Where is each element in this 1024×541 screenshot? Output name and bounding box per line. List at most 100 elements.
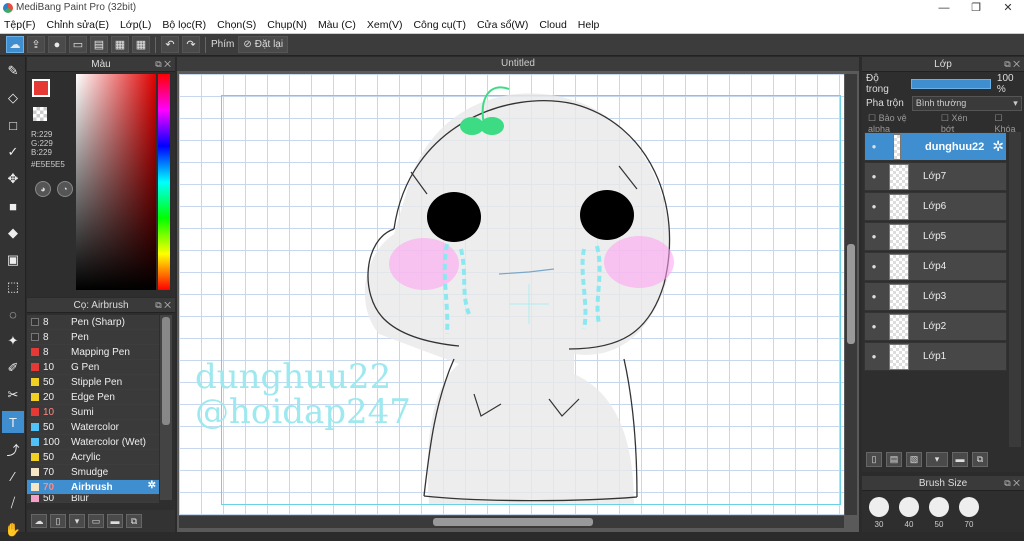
- share-icon[interactable]: ⇪: [27, 36, 45, 53]
- add-brush-icon[interactable]: ▯: [50, 514, 66, 528]
- panel-icon[interactable]: ▦: [111, 36, 129, 53]
- panel-options-icon[interactable]: ⧉ ✕: [155, 57, 171, 72]
- saturation-value-picker[interactable]: [76, 74, 156, 290]
- visibility-eye-icon[interactable]: ●: [867, 142, 881, 151]
- brush-item[interactable]: 10 Sumi: [27, 405, 159, 420]
- brush-size-preset[interactable]: 30: [868, 497, 890, 529]
- brush-item[interactable]: 70 Smudge: [27, 465, 159, 480]
- panel-options-icon[interactable]: ⧉ ✕: [1004, 57, 1020, 72]
- layer-item-selected[interactable]: ● dunghuu22 ✲: [864, 132, 1007, 161]
- panel-options-icon[interactable]: ⧉ ✕: [1004, 476, 1020, 491]
- visibility-eye-icon[interactable]: ●: [867, 232, 881, 241]
- clipping-checkbox[interactable]: Xén bớt: [941, 113, 981, 134]
- move-tool-icon[interactable]: ✥: [2, 168, 24, 190]
- canvas-horizontal-scrollbar[interactable]: [179, 516, 844, 528]
- opacity-slider[interactable]: [910, 78, 991, 89]
- brush-size-preset[interactable]: 70: [958, 497, 980, 529]
- layer-item[interactable]: ● Lớp2: [864, 312, 1007, 341]
- brush-item[interactable]: 8 Pen (Sharp): [27, 315, 159, 330]
- brush-item-selected[interactable]: 70 Airbrush ✲: [27, 480, 159, 495]
- layer-settings-gear-icon[interactable]: ✲: [992, 138, 1004, 155]
- add-brush-menu-icon[interactable]: ▾: [69, 514, 85, 528]
- undo-icon[interactable]: ↶: [161, 36, 179, 53]
- blend-mode-select[interactable]: Bình thường: [911, 96, 1022, 111]
- menu-cloud[interactable]: Cloud: [539, 19, 566, 31]
- brush-settings-gear-icon[interactable]: ✲: [148, 480, 156, 491]
- canvas-vertical-scrollbar[interactable]: [845, 74, 857, 515]
- layer-item[interactable]: ● Lớp1: [864, 342, 1007, 371]
- message-icon[interactable]: ▭: [69, 36, 87, 53]
- comment-icon[interactable]: ●: [48, 36, 66, 53]
- new-layer-icon[interactable]: ▯: [866, 452, 882, 467]
- layer-item[interactable]: ● Lớp4: [864, 252, 1007, 281]
- document-icon[interactable]: ▤: [90, 36, 108, 53]
- menu-window[interactable]: Cửa sổ(W): [477, 19, 528, 31]
- maximize-button[interactable]: ❐: [960, 0, 992, 16]
- scroll-thumb[interactable]: [162, 317, 170, 425]
- select-tool-icon[interactable]: ⬚: [2, 276, 24, 298]
- eraser-tool-icon[interactable]: ◇: [2, 87, 24, 109]
- brush-size-preset[interactable]: 40: [898, 497, 920, 529]
- visibility-eye-icon[interactable]: ●: [867, 322, 881, 331]
- menu-file[interactable]: Tệp(F): [4, 19, 36, 31]
- menu-help[interactable]: Help: [578, 19, 600, 31]
- dot-tool-icon[interactable]: ✓: [2, 141, 24, 163]
- fill-rect-tool-icon[interactable]: ■: [2, 195, 24, 217]
- layer-item[interactable]: ● Lớp3: [864, 282, 1007, 311]
- hand-tool-icon[interactable]: ✋: [2, 519, 24, 541]
- menu-select[interactable]: Chọn(S): [217, 19, 256, 31]
- grid-icon[interactable]: ▦: [132, 36, 150, 53]
- menu-view[interactable]: Xem(V): [367, 19, 403, 31]
- palette-add-icon[interactable]: ◔: [57, 181, 73, 197]
- layer-item[interactable]: ● Lớp6: [864, 192, 1007, 221]
- brush-item[interactable]: 10 G Pen: [27, 360, 159, 375]
- brush-list-scrollbar[interactable]: [160, 315, 172, 500]
- scroll-thumb[interactable]: [847, 244, 855, 344]
- folder-icon[interactable]: ▬: [952, 452, 968, 467]
- lasso-tool-icon[interactable]: ◌: [2, 303, 24, 325]
- close-button[interactable]: ✕: [992, 0, 1024, 16]
- new-halftone-layer-icon[interactable]: ▤: [886, 452, 902, 467]
- visibility-eye-icon[interactable]: ●: [867, 262, 881, 271]
- lock-checkbox[interactable]: Khóa: [995, 113, 1024, 134]
- brush-item[interactable]: 100 Watercolor (Wet): [27, 435, 159, 450]
- brush-item[interactable]: 20 Edge Pen: [27, 390, 159, 405]
- visibility-eye-icon[interactable]: ●: [867, 202, 881, 211]
- bucket-tool-icon[interactable]: ◆: [2, 222, 24, 244]
- duplicate-icon[interactable]: ⧉: [126, 514, 142, 528]
- panel-options-icon[interactable]: ⧉ ✕: [155, 298, 171, 313]
- layer-item[interactable]: ● Lớp7: [864, 162, 1007, 191]
- brush-item[interactable]: 50 Watercolor: [27, 420, 159, 435]
- transparent-color-swatch[interactable]: [33, 107, 47, 121]
- select-pen-tool-icon[interactable]: ✐: [2, 357, 24, 379]
- minimize-button[interactable]: —: [928, 0, 960, 16]
- menu-edit[interactable]: Chỉnh sửa(E): [47, 19, 109, 31]
- layer-list-scrollbar[interactable]: [1009, 132, 1021, 447]
- visibility-eye-icon[interactable]: ●: [867, 352, 881, 361]
- shape-tool-icon[interactable]: □: [2, 114, 24, 136]
- select-eraser-tool-icon[interactable]: ✂: [2, 384, 24, 406]
- foreground-color-swatch[interactable]: [32, 79, 50, 97]
- redo-icon[interactable]: ↷: [182, 36, 200, 53]
- visibility-eye-icon[interactable]: ●: [867, 292, 881, 301]
- brush-item[interactable]: 50 Stipple Pen: [27, 375, 159, 390]
- protect-alpha-checkbox[interactable]: Bảo vệ alpha: [868, 113, 927, 134]
- magic-wand-tool-icon[interactable]: ✦: [2, 330, 24, 352]
- menu-filter[interactable]: Bộ lọc(R): [162, 19, 206, 31]
- menu-layer[interactable]: Lớp(L): [120, 19, 151, 31]
- line-tool-icon[interactable]: ⧸: [2, 492, 24, 514]
- brush-item[interactable]: 8 Mapping Pen: [27, 345, 159, 360]
- cloud-brush-icon[interactable]: ☁: [31, 514, 47, 528]
- menu-color[interactable]: Màu (C): [318, 19, 356, 31]
- visibility-eye-icon[interactable]: ●: [867, 172, 881, 181]
- menu-tools[interactable]: Công cụ(T): [413, 19, 466, 31]
- brush-item[interactable]: 50 Acrylic: [27, 450, 159, 465]
- brush-item[interactable]: 8 Pen: [27, 330, 159, 345]
- duplicate-layer-icon[interactable]: ⧉: [972, 452, 988, 467]
- new-8bit-layer-icon[interactable]: ▧: [906, 452, 922, 467]
- folder-icon[interactable]: ▬: [107, 514, 123, 528]
- reset-button[interactable]: ⊘ Đặt lại: [238, 36, 289, 53]
- brush-size-preset[interactable]: 50: [928, 497, 950, 529]
- brush-tool-icon[interactable]: ✎: [2, 60, 24, 82]
- layer-item[interactable]: ● Lớp5: [864, 222, 1007, 251]
